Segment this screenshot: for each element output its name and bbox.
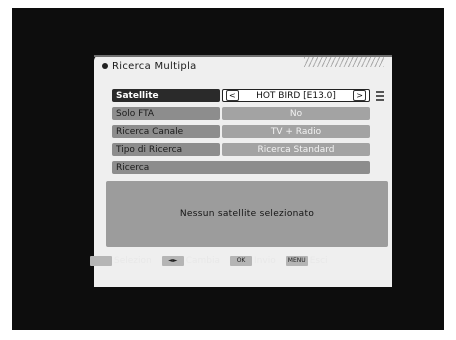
- footer-item-invio: OK Invio: [230, 256, 276, 266]
- row-value[interactable]: TV + Radio: [222, 125, 370, 138]
- bullet-icon: [102, 63, 108, 69]
- footer-label: Esci: [309, 256, 328, 266]
- row-label: Solo FTA: [112, 107, 220, 120]
- panel-header: Ricerca Multipla: [102, 59, 302, 73]
- row-value[interactable]: Ricerca Standard: [222, 143, 370, 156]
- footer-item-esci: MENU Esci: [285, 256, 328, 266]
- footer-item-cambia: ◄► Cambia: [161, 256, 221, 266]
- row-ricerca[interactable]: Ricerca: [112, 161, 370, 174]
- row-tipo-ricerca[interactable]: Tipo di Ricerca Ricerca Standard: [112, 143, 370, 156]
- ricerca-button[interactable]: Ricerca: [112, 161, 370, 174]
- arrow-left-icon[interactable]: <: [226, 90, 239, 101]
- list-icon[interactable]: [376, 91, 384, 101]
- updown-key-icon: [90, 256, 112, 266]
- message-box: Nessun satellite selezionato: [106, 181, 388, 247]
- menu-key-icon: MENU: [285, 256, 308, 266]
- ok-key-icon: OK: [230, 256, 253, 266]
- footer-hints: Selezion ◄► Cambia OK Invio MENU Esci: [90, 253, 390, 269]
- footer-item-selezion: Selezion: [90, 256, 152, 266]
- row-label: Satellite: [112, 89, 220, 102]
- footer-label: Selezion: [114, 256, 152, 266]
- row-label: Ricerca Canale: [112, 125, 220, 138]
- leftright-key-icon: ◄►: [161, 256, 184, 266]
- header-hatch-decoration: [304, 57, 384, 67]
- row-label: Tipo di Ricerca: [112, 143, 220, 156]
- row-value[interactable]: No: [222, 107, 370, 120]
- row-solo-fta[interactable]: Solo FTA No: [112, 107, 370, 120]
- tv-screen: Ricerca Multipla Satellite < HOT BIRD [E…: [12, 8, 444, 330]
- row-satellite[interactable]: Satellite < HOT BIRD [E13.0] >: [112, 89, 370, 102]
- panel-title: Ricerca Multipla: [112, 60, 197, 72]
- satellite-value: HOT BIRD [E13.0]: [256, 90, 336, 101]
- row-ricerca-canale[interactable]: Ricerca Canale TV + Radio: [112, 125, 370, 138]
- footer-label: Invio: [254, 256, 276, 266]
- footer-label: Cambia: [185, 256, 221, 266]
- satellite-selector[interactable]: < HOT BIRD [E13.0] >: [222, 89, 370, 102]
- arrow-right-icon[interactable]: >: [353, 90, 366, 101]
- status-message: Nessun satellite selezionato: [179, 209, 315, 219]
